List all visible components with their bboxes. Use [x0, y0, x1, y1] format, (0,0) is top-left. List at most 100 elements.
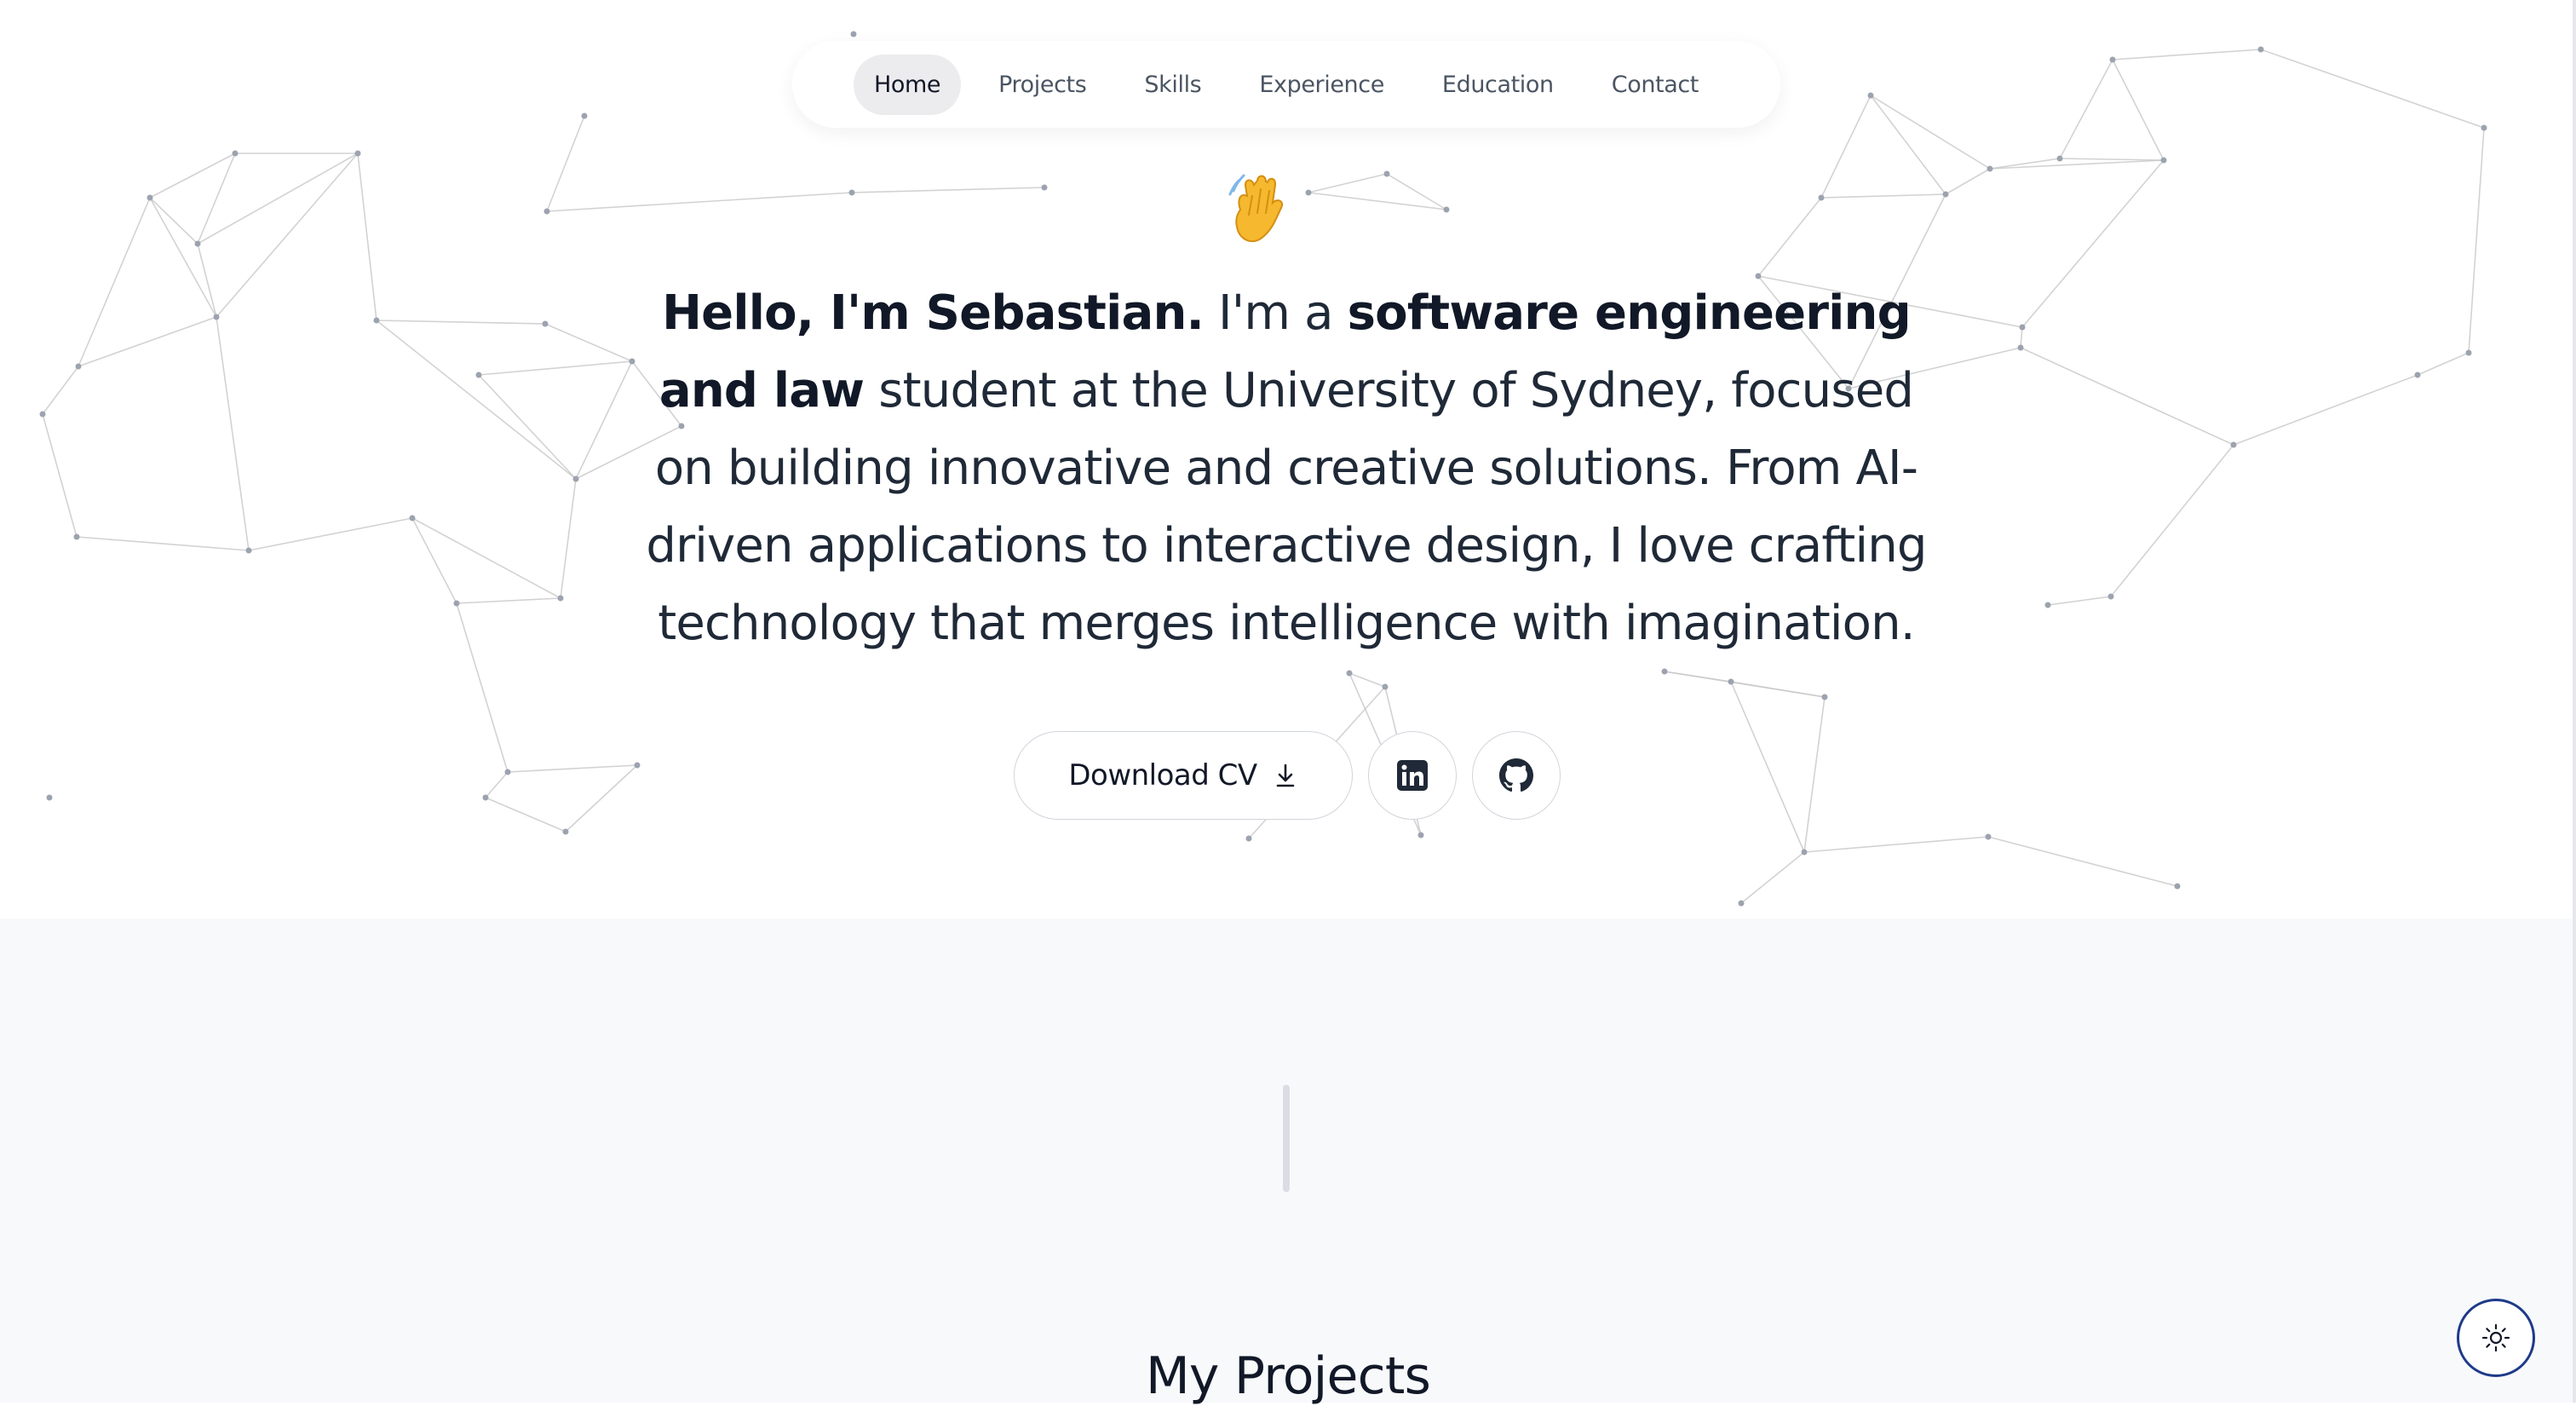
- network-node: [1867, 92, 1874, 99]
- network-line: [2020, 347, 2234, 446]
- nav-home[interactable]: Home: [854, 54, 962, 115]
- network-node: [39, 411, 46, 418]
- network-node: [2044, 602, 2051, 608]
- network-node: [2109, 56, 2116, 63]
- github-button[interactable]: [1472, 731, 1561, 820]
- network-line: [2047, 596, 2112, 606]
- network-node: [1041, 184, 1048, 191]
- linkedin-button[interactable]: [1368, 731, 1457, 820]
- network-line: [197, 243, 217, 318]
- network-node: [1245, 835, 1252, 842]
- network-node: [504, 769, 511, 775]
- network-line: [1870, 95, 1991, 170]
- network-node: [354, 150, 361, 157]
- network-node: [1801, 849, 1808, 856]
- network-line: [411, 517, 457, 604]
- sun-icon: [2481, 1323, 2510, 1352]
- waving-hand-icon: [1228, 174, 1283, 243]
- network-node: [2107, 593, 2114, 600]
- network-node: [2465, 349, 2472, 356]
- network-line: [376, 320, 577, 480]
- network-node: [373, 317, 380, 324]
- network-node: [572, 475, 579, 482]
- hero-actions: Download CV: [1014, 731, 1561, 821]
- theme-toggle-button[interactable]: [2457, 1299, 2535, 1377]
- network-node: [2017, 344, 2024, 351]
- network-line: [197, 153, 236, 245]
- network-node: [147, 194, 153, 201]
- network-line: [478, 374, 577, 480]
- network-line: [546, 192, 853, 212]
- network-line: [485, 797, 566, 833]
- scrollbar-edge: [2573, 0, 2576, 1403]
- network-line: [544, 323, 633, 362]
- intro-paragraph: Hello, I'm Sebastian. I'm a software eng…: [630, 274, 1942, 662]
- network-line: [149, 197, 217, 318]
- network-line: [1987, 836, 2178, 887]
- network-node: [245, 547, 252, 554]
- network-line: [1803, 696, 1826, 853]
- network-node: [75, 363, 82, 370]
- download-cv-label: Download CV: [1068, 758, 1257, 792]
- network-line: [456, 597, 561, 604]
- network-node: [1728, 678, 1734, 685]
- hero-section: Home Projects Skills Experience Educatio…: [0, 0, 2576, 919]
- network-node: [453, 600, 460, 607]
- nav-education[interactable]: Education: [1422, 55, 1574, 115]
- download-cv-button[interactable]: Download CV: [1014, 731, 1353, 820]
- network-node: [2230, 441, 2237, 448]
- nav-skills[interactable]: Skills: [1124, 55, 1222, 115]
- network-node: [194, 240, 201, 247]
- nav-experience[interactable]: Experience: [1239, 55, 1405, 115]
- network-line: [1730, 681, 1805, 853]
- network-node: [562, 828, 569, 835]
- network-line: [2260, 49, 2485, 129]
- network-node: [482, 794, 489, 801]
- network-line: [1757, 197, 1822, 277]
- network-node: [2019, 324, 2026, 331]
- network-line: [507, 764, 638, 773]
- network-line: [560, 478, 577, 599]
- network-line: [2112, 49, 2262, 61]
- intro-name: Hello, I'm Sebastian.: [662, 285, 1205, 341]
- network-node: [1382, 683, 1389, 690]
- nav-projects[interactable]: Projects: [978, 55, 1107, 115]
- download-icon: [1276, 764, 1294, 787]
- network-line: [2233, 374, 2418, 446]
- network-line: [478, 360, 633, 376]
- network-node: [475, 372, 482, 378]
- network-node: [557, 595, 564, 602]
- projects-section: My Projects: [0, 919, 2576, 1406]
- network-line: [2059, 158, 2165, 161]
- network-line: [42, 413, 78, 538]
- network-line: [2021, 159, 2165, 328]
- network-line: [1308, 173, 1388, 193]
- network-node: [73, 533, 80, 540]
- nav-contact[interactable]: Contact: [1591, 55, 1719, 115]
- network-node: [1987, 165, 1993, 172]
- network-line: [1820, 193, 1946, 199]
- network-node: [1985, 833, 1992, 840]
- network-node: [409, 515, 416, 521]
- network-line: [1740, 851, 1805, 904]
- network-line: [851, 187, 1045, 193]
- intro-text-1: I'm a: [1204, 285, 1348, 341]
- network-line: [149, 197, 198, 245]
- network-line: [216, 316, 250, 551]
- network-node: [1383, 170, 1390, 177]
- network-node: [1738, 900, 1745, 907]
- network-line: [411, 517, 561, 599]
- network-node: [2160, 157, 2167, 164]
- projects-heading: My Projects: [1145, 1346, 1431, 1406]
- network-node: [542, 320, 549, 327]
- network-node: [2414, 372, 2421, 378]
- network-node: [634, 762, 641, 769]
- network-line: [1820, 95, 1872, 199]
- network-line: [485, 771, 509, 798]
- top-nav: Home Projects Skills Experience Educatio…: [792, 41, 1780, 128]
- network-node: [850, 31, 857, 37]
- network-line: [1803, 836, 1989, 853]
- network-node: [1305, 189, 1312, 196]
- network-node: [232, 150, 239, 157]
- network-node: [1661, 668, 1668, 675]
